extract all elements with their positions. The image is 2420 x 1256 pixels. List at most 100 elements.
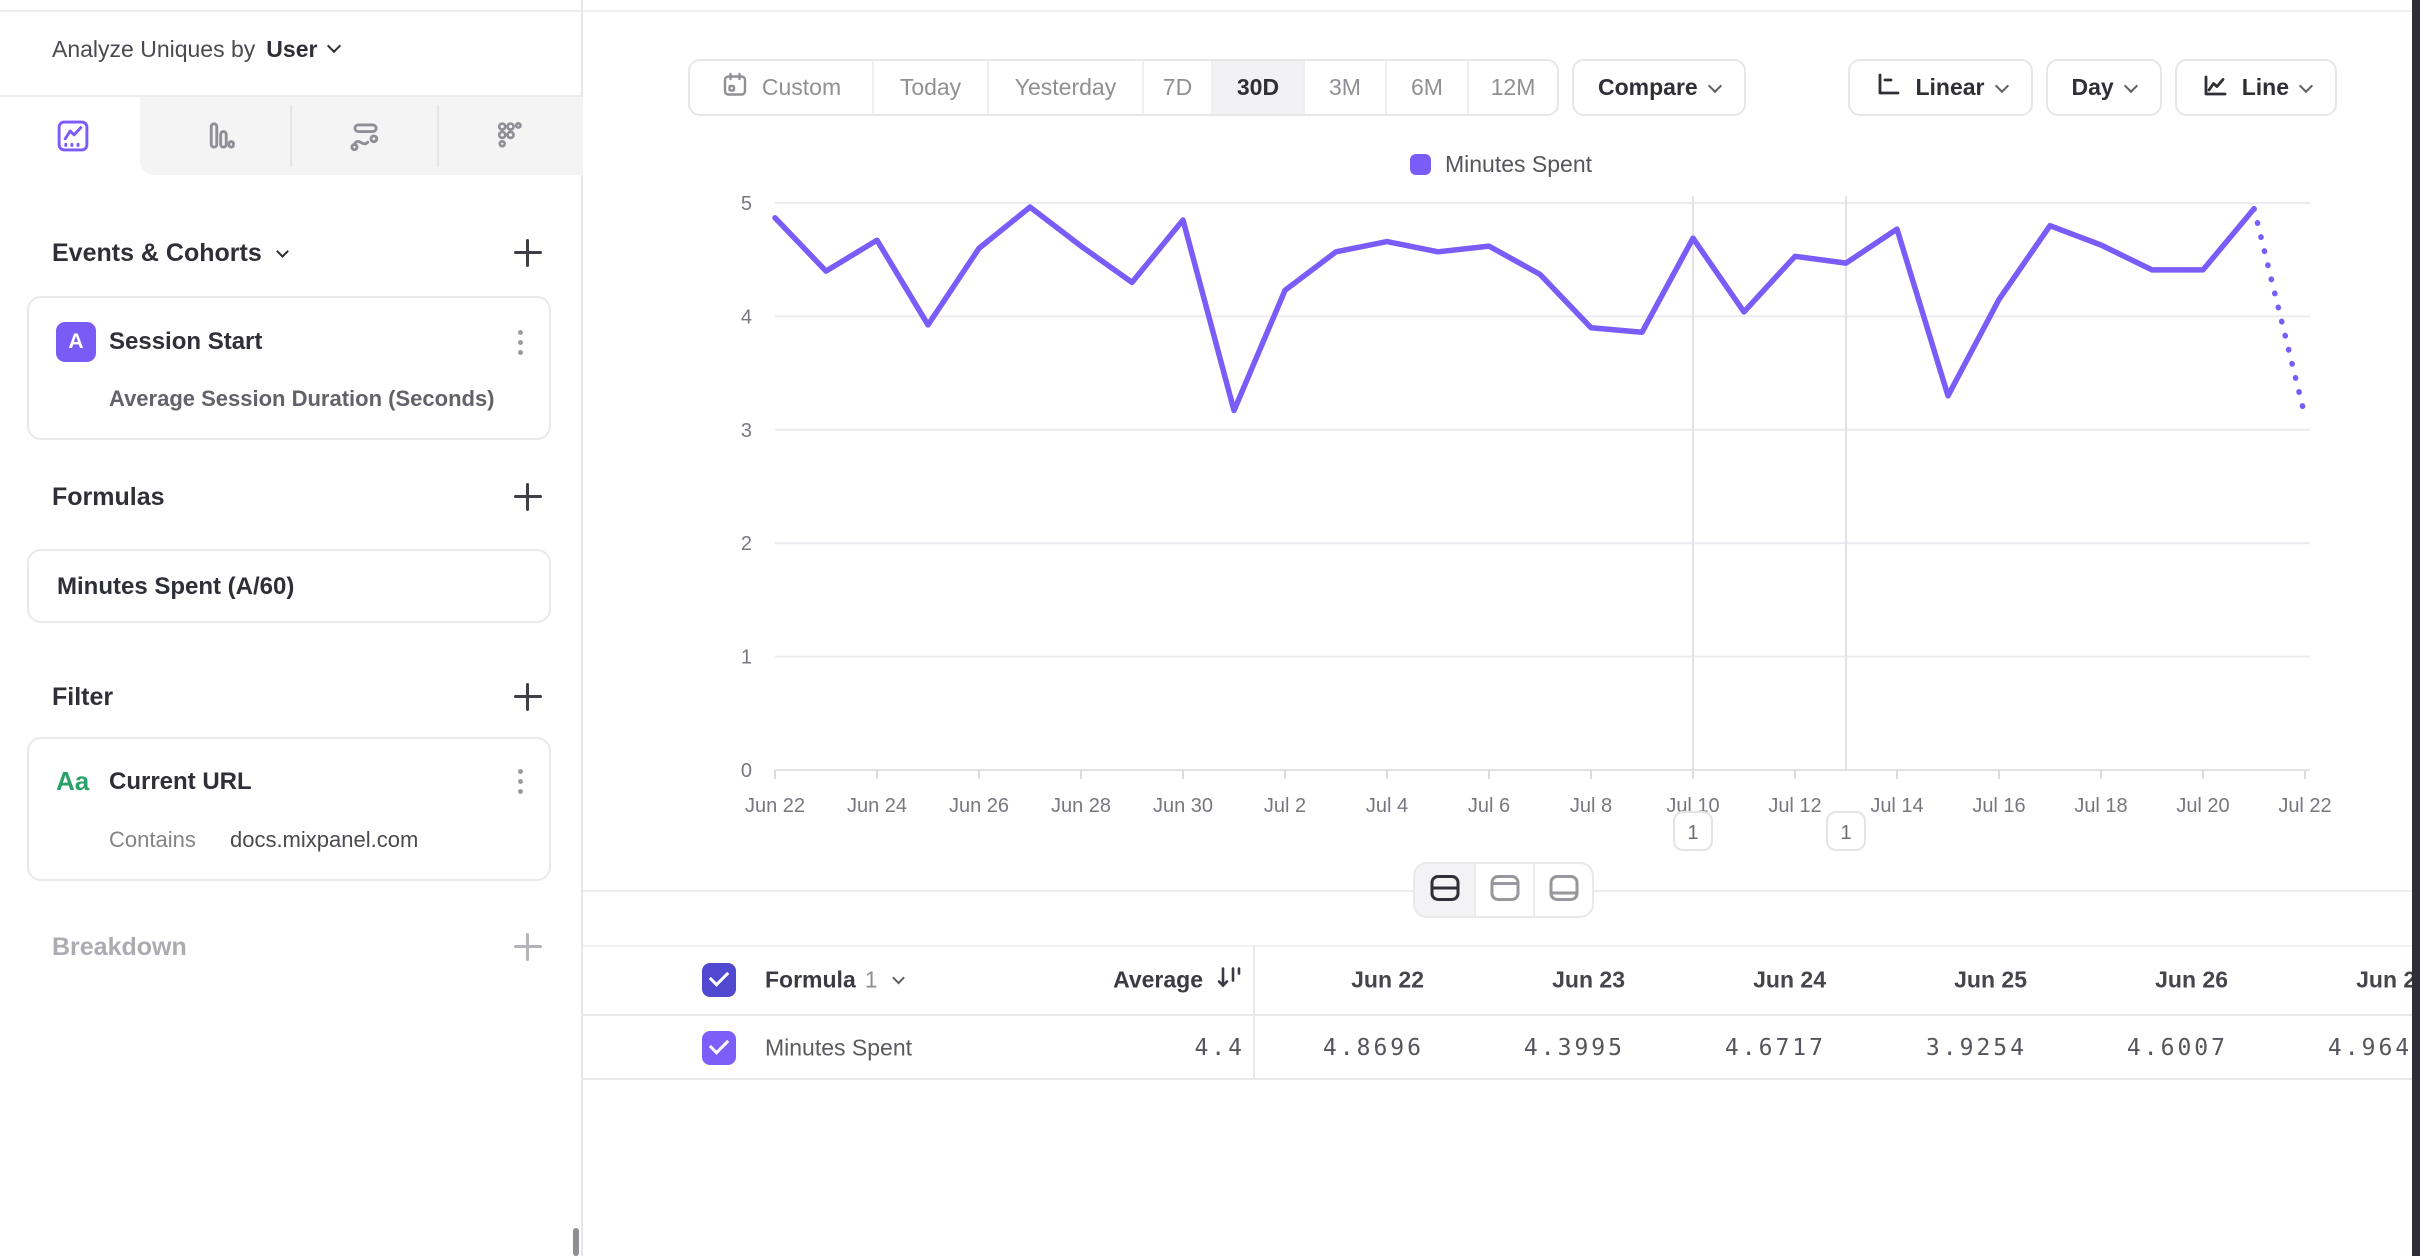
- filter-operator[interactable]: Contains: [109, 827, 196, 852]
- scale-button[interactable]: Linear: [1848, 59, 2032, 116]
- x-axis-tick-label: Jul 12: [1768, 795, 1821, 817]
- flows-icon: [345, 116, 385, 156]
- formula-card[interactable]: Minutes Spent (A/60): [27, 549, 551, 623]
- chart-legend[interactable]: Minutes Spent: [1410, 151, 1592, 178]
- table-data-row[interactable]: Minutes Spent 4.4 4.86964.39954.67173.92…: [583, 1018, 2420, 1080]
- x-axis-tick-label: Jul 18: [2074, 795, 2127, 817]
- event-letter-badge: A: [56, 322, 96, 362]
- date-column-header[interactable]: Jun 25: [1837, 966, 2027, 993]
- date-range-today[interactable]: Today: [872, 61, 987, 114]
- analyze-uniques-dropdown[interactable]: Analyze Uniques by User: [52, 24, 339, 74]
- x-axis-tick-label: Jul 14: [1870, 795, 1923, 817]
- table-only-icon: [1548, 873, 1580, 908]
- cell-value: 4.6717: [1725, 1035, 1826, 1061]
- chevron-down-icon: [1994, 78, 2008, 92]
- toggle-chart-only[interactable]: [1474, 864, 1533, 916]
- view-toggle-group: [1413, 862, 1594, 918]
- toggle-table-only[interactable]: [1533, 864, 1592, 916]
- x-axis-tick-label: Jun 24: [847, 795, 907, 817]
- date-column-header[interactable]: Jun 23: [1435, 966, 1625, 993]
- breakdown-title: Breakdown: [52, 933, 187, 962]
- date-range-3m[interactable]: 3M: [1303, 61, 1385, 114]
- x-axis-tick-label: Jul 22: [2278, 795, 2331, 817]
- event-aggregation[interactable]: Average Session Duration (Seconds): [109, 386, 495, 412]
- filter-options-kebab[interactable]: [512, 763, 529, 800]
- date-column-header[interactable]: Jun 27: [2239, 966, 2420, 993]
- chevron-down-icon: [2124, 78, 2138, 92]
- filter-condition[interactable]: Contains docs.mixpanel.com: [109, 827, 418, 853]
- calendar-icon: [721, 71, 749, 105]
- filter-card-current-url[interactable]: Aa Current URL Contains docs.mixpanel.co…: [27, 737, 551, 881]
- filter-property-name: Current URL: [109, 768, 252, 796]
- events-cohorts-title: Events & Cohorts: [52, 239, 262, 268]
- series-line-incomplete[interactable]: [2254, 209, 2305, 417]
- interval-button[interactable]: Day: [2046, 59, 2162, 116]
- table-header-row: Formula 1 Average Jun 22 Jun 23 Jun 24 Jun …: [583, 945, 2420, 1016]
- date-range-yesterday[interactable]: Yesterday: [987, 61, 1142, 114]
- retention-dots-icon: [490, 116, 530, 156]
- toggle-split-view[interactable]: [1415, 864, 1474, 916]
- compare-button[interactable]: Compare: [1572, 59, 1746, 116]
- date-range-6m[interactable]: 6M: [1385, 61, 1467, 114]
- results-table: Formula 1 Average Jun 22 Jun 23 Jun 24 Jun …: [583, 945, 2420, 1080]
- date-range-7d[interactable]: 7D: [1142, 61, 1211, 114]
- y-axis-tick-label: 1: [741, 647, 752, 669]
- date-range-label: 7D: [1163, 74, 1192, 101]
- chevron-down-icon: [327, 39, 341, 53]
- average-sort-header[interactable]: Average: [1113, 963, 1245, 996]
- chart-type-label: Line: [2242, 74, 2289, 101]
- formula-expression: Minutes Spent (A/60): [57, 551, 294, 623]
- chart-type-button[interactable]: Line: [2175, 59, 2337, 116]
- tab-funnels[interactable]: [146, 97, 292, 175]
- date-range-label: Custom: [762, 74, 841, 101]
- event-card-session-start[interactable]: A Session Start Average Session Duration…: [27, 296, 551, 440]
- date-column-header[interactable]: Jun 24: [1636, 966, 1826, 993]
- add-formula-button[interactable]: [513, 482, 543, 512]
- legend-label: Minutes Spent: [1445, 151, 1592, 178]
- report-type-tabs: [0, 97, 583, 175]
- date-range-30d[interactable]: 30D: [1211, 61, 1303, 114]
- page-scrollbar[interactable]: [2412, 0, 2420, 1256]
- x-axis-tick-label: Jun 26: [949, 795, 1009, 817]
- y-axis-tick-label: 4: [741, 306, 752, 328]
- table-cell: 4.3995: [1435, 1035, 1625, 1061]
- string-property-icon: Aa: [56, 766, 96, 797]
- annotation-badge-count: 1: [1840, 822, 1851, 844]
- sidebar-top-divider: [0, 10, 581, 12]
- tab-flows[interactable]: [292, 97, 438, 175]
- legend-swatch: [1410, 154, 1431, 175]
- series-row-label: Minutes Spent: [765, 1035, 912, 1062]
- add-event-button[interactable]: [513, 238, 543, 268]
- x-axis-tick-label: Jun 28: [1051, 795, 1111, 817]
- formula-header-dropdown[interactable]: Formula 1: [765, 966, 903, 993]
- select-all-checkbox[interactable]: [702, 963, 736, 997]
- add-breakdown-button[interactable]: [513, 932, 543, 962]
- y-axis-tick-label: 2: [741, 533, 752, 555]
- sidebar-scrollbar-thumb[interactable]: [573, 1228, 579, 1256]
- analyze-value: User: [266, 36, 317, 63]
- funnels-bars-icon: [199, 116, 239, 156]
- date-column-header[interactable]: Jun 22: [1234, 966, 1424, 993]
- event-options-kebab[interactable]: [512, 324, 529, 361]
- filter-value[interactable]: docs.mixpanel.com: [230, 827, 418, 852]
- split-view-icon: [1429, 873, 1461, 908]
- events-cohorts-section-header: Events & Cohorts: [52, 234, 543, 272]
- series-checkbox[interactable]: [702, 1031, 736, 1065]
- linear-axis-icon: [1874, 71, 1915, 105]
- filter-title: Filter: [52, 683, 113, 712]
- tab-insights[interactable]: [0, 97, 146, 175]
- scale-label: Linear: [1915, 74, 1984, 101]
- x-axis-tick-label: Jun 30: [1153, 795, 1213, 817]
- annotation-badge-count: 1: [1687, 822, 1698, 844]
- table-cell: 4.6717: [1636, 1035, 1826, 1061]
- tab-retention[interactable]: [437, 97, 583, 175]
- date-range-label: 12M: [1491, 74, 1536, 101]
- x-axis-tick-label: Jul 6: [1468, 795, 1510, 817]
- chevron-down-icon[interactable]: [276, 245, 289, 258]
- analyze-label: Analyze Uniques by: [52, 36, 255, 63]
- series-line[interactable]: [775, 207, 2254, 410]
- date-range-custom[interactable]: Custom: [690, 61, 872, 114]
- date-column-header[interactable]: Jun 26: [2038, 966, 2228, 993]
- date-range-12m[interactable]: 12M: [1467, 61, 1557, 114]
- add-filter-button[interactable]: [513, 682, 543, 712]
